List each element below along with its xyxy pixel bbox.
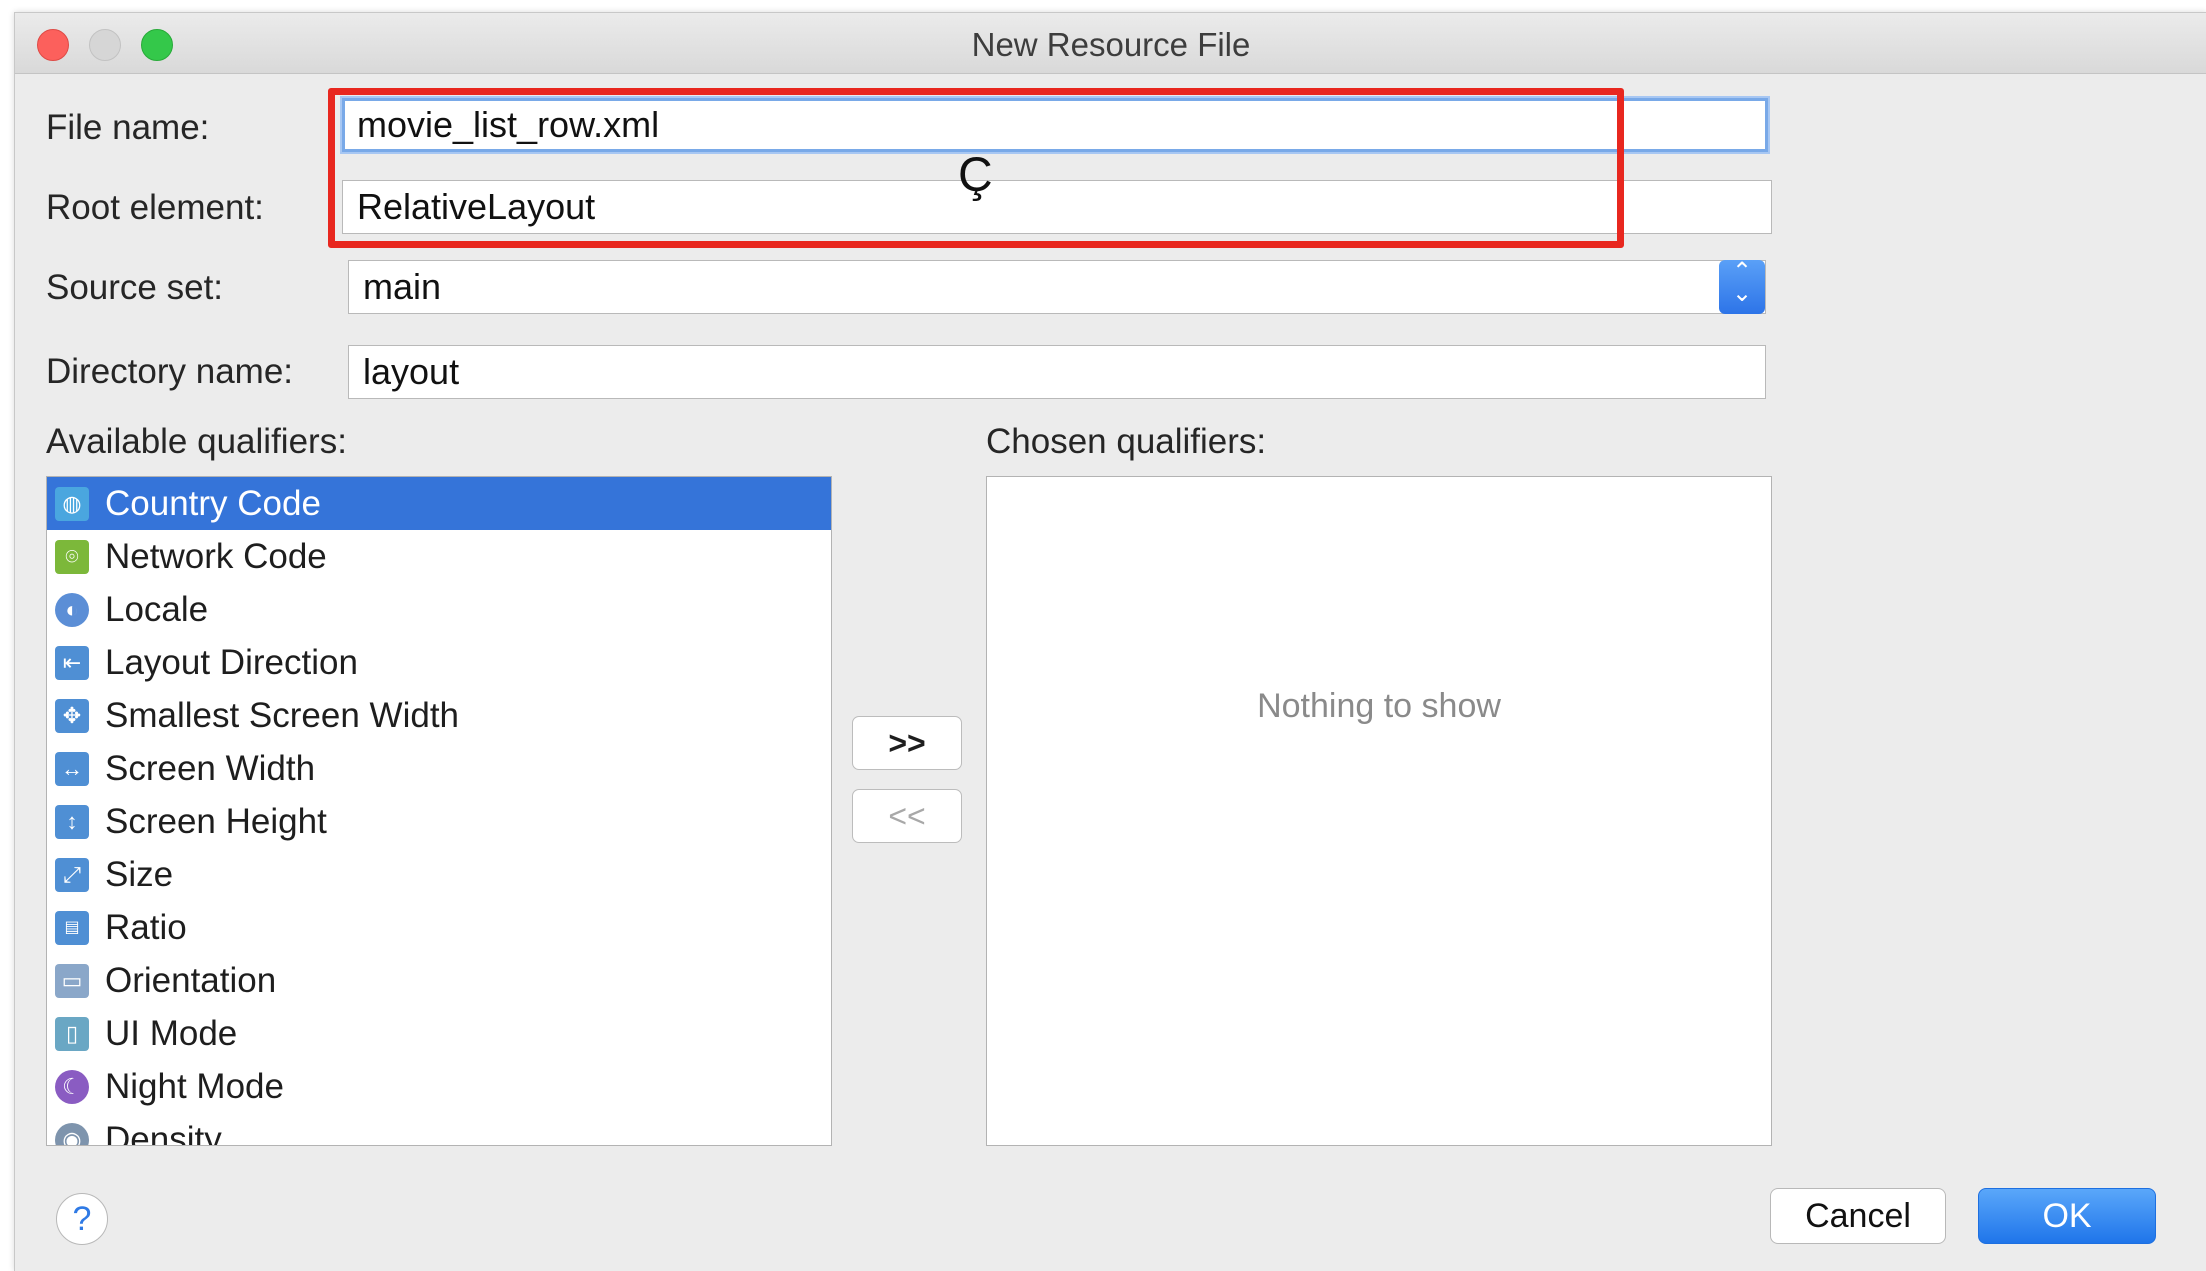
globe-code-icon: ◍	[55, 487, 89, 521]
list-item[interactable]: ✥ Smallest Screen Width	[47, 689, 831, 742]
list-item[interactable]: ▭ Orientation	[47, 954, 831, 1007]
list-item[interactable]: ↔ Screen Width	[47, 742, 831, 795]
ok-button[interactable]: OK	[1978, 1188, 2156, 1244]
add-qualifier-button[interactable]: >>	[852, 716, 962, 770]
width-icon: ↔	[55, 752, 89, 786]
directory-name-label: Directory name:	[46, 352, 294, 391]
file-name-label: File name:	[46, 108, 210, 147]
root-element-label: Root element:	[46, 188, 264, 227]
cancel-button[interactable]: Cancel	[1770, 1188, 1946, 1244]
size-icon: ⤢	[55, 858, 89, 892]
density-icon: ◉	[55, 1123, 89, 1145]
list-item[interactable]: ↕ Screen Height	[47, 795, 831, 848]
list-item[interactable]: ⇤ Layout Direction	[47, 636, 831, 689]
height-icon: ↕	[55, 805, 89, 839]
layout-direction-icon: ⇤	[55, 646, 89, 680]
list-item[interactable]: ◍ Country Code	[47, 477, 831, 530]
help-button[interactable]: ?	[56, 1193, 108, 1245]
list-item[interactable]: ◉ Density	[47, 1113, 831, 1145]
source-set-value: main	[363, 266, 442, 307]
globe-icon: ◐	[55, 593, 89, 627]
empty-state-text: Nothing to show	[1257, 687, 1501, 725]
chosen-qualifiers-label: Chosen qualifiers:	[986, 422, 1267, 461]
moon-icon: ☾	[55, 1070, 89, 1104]
window-title: New Resource File	[971, 26, 1251, 63]
available-qualifiers-list[interactable]: ◍ Country Code ⌾ Network Code ◐ Locale ⇤…	[46, 476, 832, 1146]
device-icon: ▯	[55, 1017, 89, 1051]
directory-name-field[interactable]: layout	[348, 345, 1766, 399]
list-item[interactable]: ⌾ Network Code	[47, 530, 831, 583]
available-qualifiers-label: Available qualifiers:	[46, 422, 347, 461]
list-item[interactable]: ⤢ Size	[47, 848, 831, 901]
list-item[interactable]: ▯ UI Mode	[47, 1007, 831, 1060]
text-cursor-icon: Ç	[958, 149, 993, 202]
source-set-label: Source set:	[46, 268, 224, 307]
source-set-select[interactable]: main ⌃ ⌄	[348, 260, 1766, 314]
title-bar: New Resource File	[15, 13, 2206, 74]
select-arrows-icon[interactable]: ⌃ ⌄	[1719, 260, 1765, 314]
orientation-icon: ▭	[55, 964, 89, 998]
remove-qualifier-button[interactable]: <<	[852, 789, 962, 843]
resize-all-icon: ✥	[55, 699, 89, 733]
list-item[interactable]: ☾ Night Mode	[47, 1060, 831, 1113]
ratio-icon: ▤	[55, 911, 89, 945]
chosen-qualifiers-list[interactable]: Nothing to show	[986, 476, 1772, 1146]
network-icon: ⌾	[55, 540, 89, 574]
list-item[interactable]: ◐ Locale	[47, 583, 831, 636]
list-item[interactable]: ▤ Ratio	[47, 901, 831, 954]
